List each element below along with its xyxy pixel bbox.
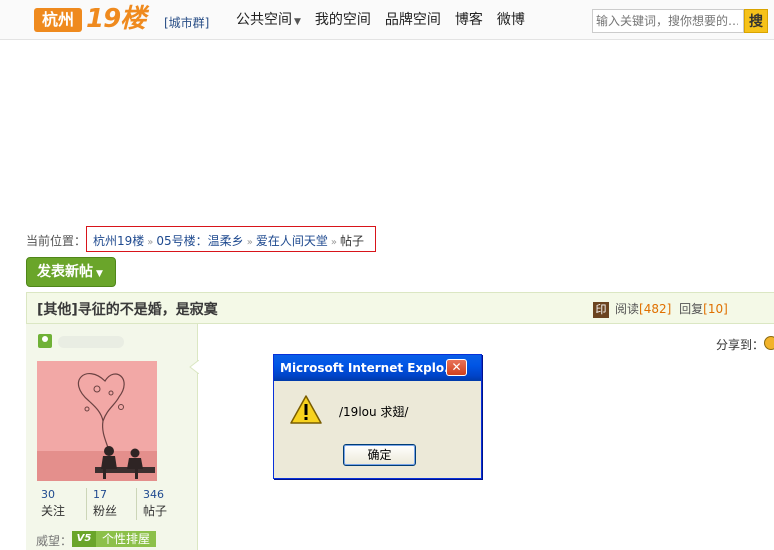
warning-icon — [290, 395, 322, 424]
author-panel: 30 关注 17 粉丝 346 帖子 威望： V5 个性排屋 — [26, 324, 198, 550]
dialog-body: /19lou 求翅/ 确定 — [276, 382, 479, 476]
chevron-down-icon: ▼ — [294, 17, 301, 27]
avatar[interactable] — [37, 361, 157, 481]
avatar-image — [37, 361, 157, 481]
nav-brand-space[interactable]: 品牌空间 — [385, 10, 441, 32]
breadcrumb-separator: » — [330, 237, 337, 248]
search-box — [592, 9, 744, 33]
nav-blog[interactable]: 博客 — [455, 10, 483, 32]
read-count: [482] — [639, 302, 672, 316]
level-badge: V5 — [72, 531, 96, 547]
user-icon — [38, 334, 52, 348]
stat-value: 17 — [93, 488, 107, 501]
author-stats: 30 关注 17 粉丝 346 帖子 — [36, 488, 186, 520]
read-label: 阅读 — [615, 302, 640, 316]
breadcrumb-link-home[interactable]: 杭州19楼 — [93, 234, 144, 248]
thread-stats: 印阅读[482] 回复[10] — [593, 300, 728, 318]
city-group-link[interactable]: [城市群] — [164, 14, 209, 31]
prestige-label: 威望： — [36, 534, 73, 548]
username-redacted[interactable] — [58, 336, 124, 348]
thread-title-bar: [其他]寻征的不是婚，是寂寞 印阅读[482] 回复[10] — [26, 292, 774, 324]
print-icon[interactable]: 印 — [593, 301, 609, 318]
new-post-button[interactable]: 发表新帖 ▼ — [26, 257, 116, 287]
share-label: 分享到： — [716, 338, 765, 352]
top-bar: 杭州 19楼 [城市群] 公共空间▼ 我的空间 品牌空间 博客 微博 搜 — [0, 0, 774, 40]
logo-19lou[interactable]: 19楼 — [86, 4, 146, 34]
reply-count: [10] — [703, 302, 728, 316]
new-post-label: 发表新帖 — [37, 264, 93, 280]
breadcrumb-label: 当前位置： — [26, 234, 87, 248]
post-bubble-notch — [189, 360, 199, 374]
breadcrumb-link-board[interactable]: 爱在人间天堂 — [256, 234, 328, 248]
search-button[interactable]: 搜 — [744, 9, 768, 33]
breadcrumb-separator: » — [246, 237, 253, 248]
breadcrumb-current: 帖子 — [339, 234, 364, 248]
reply-label: 回复 — [679, 302, 704, 316]
site-logo[interactable]: 杭州 — [34, 8, 82, 32]
stat-label: 帖子 — [143, 504, 168, 518]
stat-label: 关注 — [41, 504, 66, 518]
close-icon[interactable]: ✕ — [446, 359, 467, 376]
nav-public-space[interactable]: 公共空间 ▼ — [236, 10, 301, 32]
breadcrumb: 杭州19楼» 05号楼：温柔乡» 爱在人间天堂» 帖子 — [86, 226, 376, 252]
nav-my-space[interactable]: 我的空间 — [315, 10, 371, 32]
alert-dialog: Microsoft Internet Explo... ✕ /19lou 求翅/… — [273, 354, 482, 479]
nav-weibo[interactable]: 微博 — [497, 10, 525, 32]
stat-following[interactable]: 30 关注 — [36, 488, 86, 520]
stat-label: 粉丝 — [93, 504, 118, 518]
logo-city-text: 杭州 — [41, 10, 74, 29]
stat-value: 30 — [41, 488, 55, 501]
share-icon[interactable] — [764, 336, 774, 350]
stat-fans[interactable]: 17 粉丝 — [86, 488, 136, 520]
thread-title: [其他]寻征的不是婚，是寂寞 — [37, 302, 218, 318]
chevron-down-icon: ▼ — [96, 269, 103, 279]
nav-label: 公共空间 — [236, 12, 292, 28]
breadcrumb-separator: » — [147, 237, 154, 248]
breadcrumb-link-building[interactable]: 05号楼：温柔乡 — [156, 234, 243, 248]
main-nav: 公共空间 ▼ 我的空间 品牌空间 博客 微博 — [236, 10, 539, 32]
dialog-message: /19lou 求翅/ — [339, 405, 409, 419]
stat-posts[interactable]: 346 帖子 — [136, 488, 186, 520]
rank-button[interactable]: 个性排屋 — [96, 531, 156, 547]
search-input[interactable] — [593, 10, 741, 32]
ok-button[interactable]: 确定 — [343, 444, 416, 466]
stat-value: 346 — [143, 488, 164, 501]
